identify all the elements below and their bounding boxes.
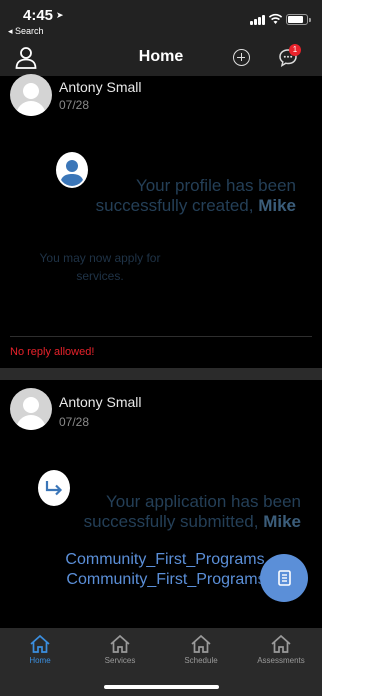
tab-home[interactable]: Home (0, 634, 80, 665)
home-icon (271, 634, 291, 653)
divider (10, 336, 312, 337)
wifi-icon (268, 13, 283, 24)
add-icon[interactable] (233, 49, 250, 66)
message-headline-inner: Your application has been successfully s… (21, 492, 301, 532)
tab-label: Services (104, 656, 136, 665)
tab-assessments[interactable]: Assessments (241, 634, 321, 665)
message-date: 07/28 (59, 415, 90, 429)
page-title: Home (138, 48, 184, 65)
back-to-search-link[interactable]: ◂ Search (8, 26, 44, 37)
message-sender: Antony Small (59, 79, 142, 95)
home-icon (30, 634, 50, 653)
status-bar: 4:45 ➤ ◂ Search (0, 0, 322, 40)
home-icon (191, 634, 211, 653)
document-fab-button[interactable] (260, 554, 308, 602)
message-separator (0, 368, 322, 380)
status-time: 4:45 ➤ (23, 7, 64, 24)
tab-label: Home (29, 656, 51, 665)
recipient-name: Mike (263, 512, 301, 531)
message-card[interactable]: Antony Small 07/28 Your profile has been… (0, 74, 322, 368)
tab-label: Assessments (257, 656, 305, 665)
avatar (10, 388, 52, 430)
phone-screen: 4:45 ➤ ◂ Search Home 1 Antony Small 07/28 (0, 0, 322, 696)
message-date: 07/28 (59, 98, 90, 112)
battery-icon (286, 14, 311, 25)
document-icon (278, 570, 291, 586)
message-subtext: You may now apply for services. (39, 251, 161, 283)
tab-services[interactable]: Services (80, 634, 160, 665)
no-reply-notice: No reply allowed! (10, 346, 95, 358)
home-indicator[interactable] (104, 685, 219, 689)
notification-badge: 1 (289, 44, 301, 56)
location-arrow-icon: ➤ (56, 10, 64, 20)
time-text: 4:45 (23, 7, 54, 24)
app-header: Home 1 (0, 40, 322, 76)
message-sender: Antony Small (59, 394, 142, 410)
recipient-name: Mike (258, 196, 296, 215)
tab-schedule[interactable]: Schedule (161, 634, 241, 665)
cellular-signal-icon (250, 14, 266, 25)
home-icon (110, 634, 130, 653)
tab-label: Schedule (184, 656, 218, 665)
message-headline-inner: Your profile has been successfully creat… (26, 176, 296, 216)
avatar (10, 74, 52, 116)
message-headline: Your application has been successfully s… (0, 492, 322, 532)
message-headline: Your profile has been successfully creat… (0, 176, 322, 216)
